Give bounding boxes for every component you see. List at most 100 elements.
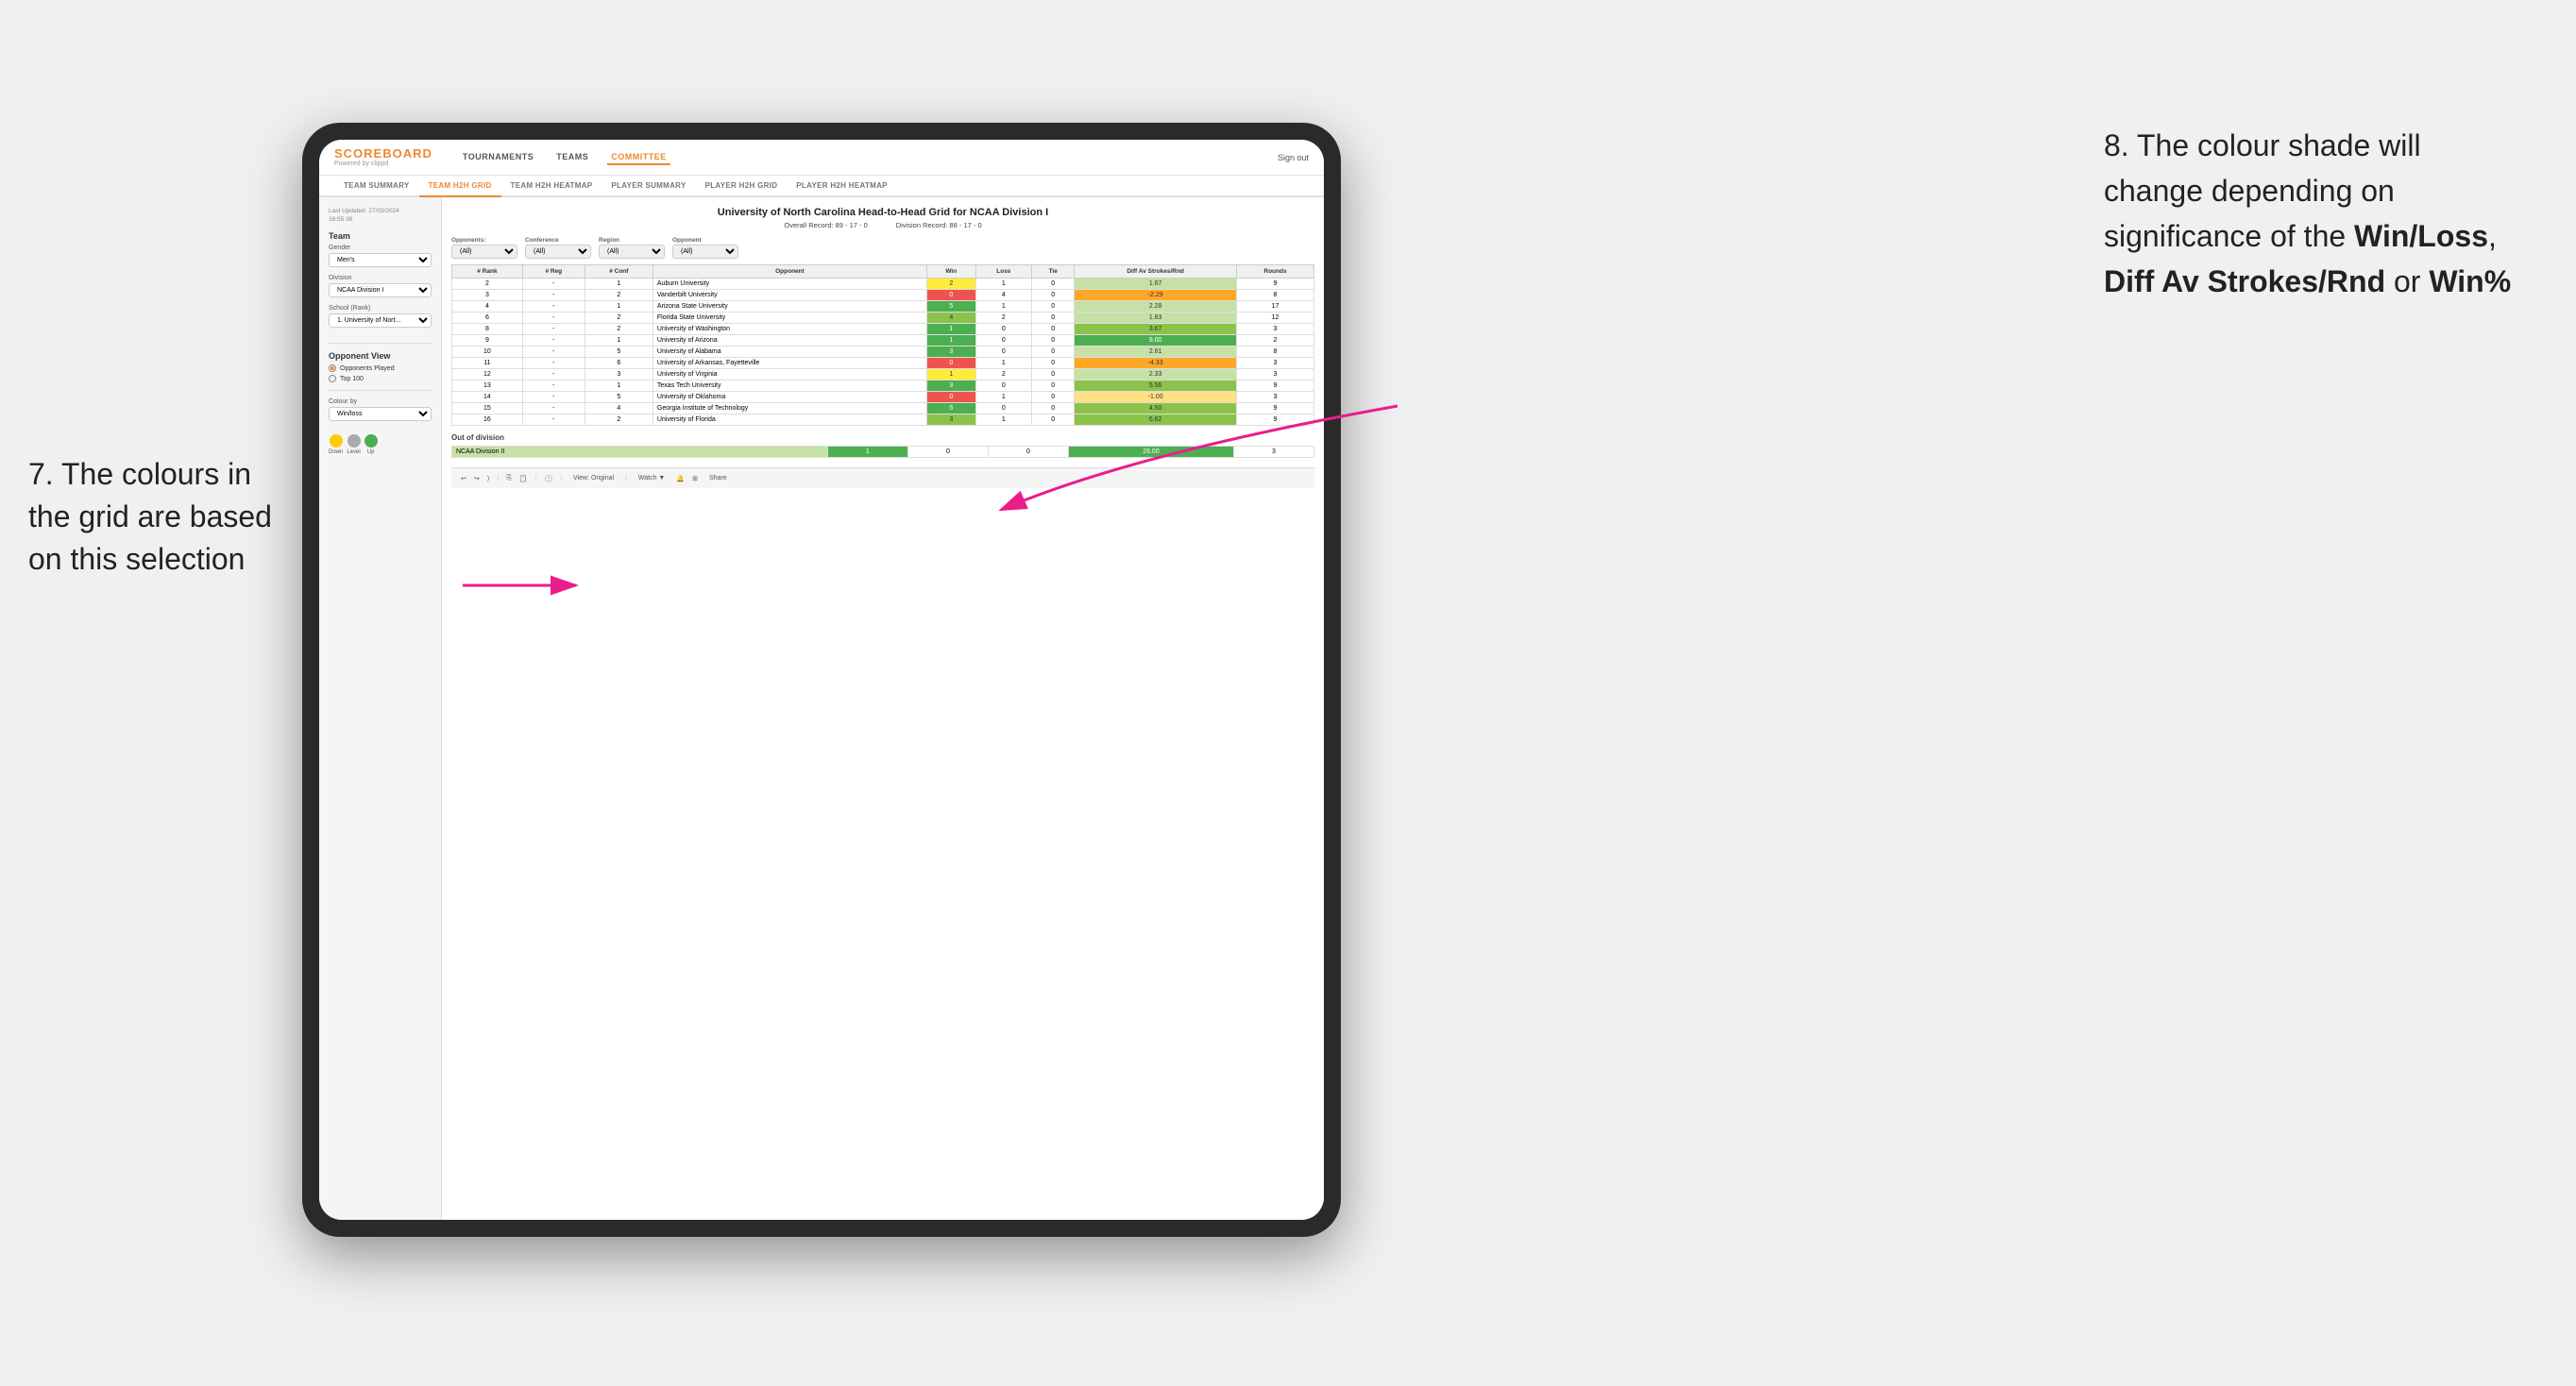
copy-icon[interactable]: ⎘	[506, 475, 512, 482]
cell-win: 2	[927, 279, 975, 290]
redo-icon[interactable]: ↪	[474, 475, 480, 482]
tablet-screen: SCOREBOARD Powered by clippd TOURNAMENTS…	[319, 140, 1324, 1220]
table-row: 9 - 1 University of Arizona 1 0 0 9.00 2	[452, 335, 1314, 346]
cell-win: 5	[927, 301, 975, 313]
opponents-select[interactable]: (All)	[451, 245, 517, 259]
annotation-bold-diff: Diff Av Strokes/Rnd	[2104, 264, 2385, 298]
opponent-label: Opponent	[672, 237, 738, 244]
cell-win: 3	[927, 346, 975, 358]
cell-diff: -1.00	[1075, 392, 1237, 403]
cell-rank: 12	[452, 369, 523, 380]
division-select[interactable]: NCAA Division I	[329, 283, 432, 297]
paste-icon[interactable]: 📋	[519, 475, 528, 482]
cell-tie: 0	[1032, 346, 1075, 358]
legend-down: Down	[329, 434, 343, 455]
undo-icon[interactable]: ↩	[461, 475, 466, 482]
cell-conf: 2	[585, 290, 652, 301]
cell-diff: -4.33	[1075, 358, 1237, 369]
region-label: Region	[599, 237, 665, 244]
cell-loss: 1	[975, 358, 1032, 369]
radio-dot-opponents	[329, 364, 336, 372]
radio-top-100[interactable]: Top 100	[329, 375, 432, 382]
toolbar-icon-1[interactable]: 🔔	[676, 475, 685, 482]
toolbar-icon-2[interactable]: ⊞	[692, 475, 698, 482]
legend-level: Level	[347, 434, 360, 455]
subnav-team-h2h-grid[interactable]: TEAM H2H GRID	[419, 176, 501, 197]
annotation-bold-winloss: Win/Loss	[2354, 219, 2488, 253]
cell-opponent: University of Virginia	[652, 369, 926, 380]
sign-out-link[interactable]: Sign out	[1278, 153, 1309, 162]
table-row: 2 - 1 Auburn University 2 1 0 1.67 9	[452, 279, 1314, 290]
nav-teams[interactable]: TEAMS	[552, 150, 592, 165]
cell-opponent: University of Arkansas, Fayetteville	[652, 358, 926, 369]
filter-row: Opponents: (All) Conference (All) Region	[451, 237, 1314, 259]
region-select[interactable]: (All)	[599, 245, 665, 259]
out-div-opponent: NCAA Division II	[452, 447, 828, 458]
division-label: Division	[329, 275, 432, 281]
cell-reg: -	[522, 403, 585, 414]
colour-by-select[interactable]: Win/loss	[329, 407, 432, 421]
gender-select[interactable]: Men's	[329, 253, 432, 267]
opponent-select[interactable]: (All)	[672, 245, 738, 259]
opponent-view-title: Opponent View	[329, 351, 432, 361]
cell-reg: -	[522, 358, 585, 369]
colour-circle-down	[330, 434, 343, 448]
cell-rounds: 12	[1236, 313, 1313, 324]
nav-tournaments[interactable]: TOURNAMENTS	[459, 150, 537, 165]
cell-conf: 1	[585, 279, 652, 290]
cell-rounds: 8	[1236, 290, 1313, 301]
radio-opponents-played[interactable]: Opponents Played	[329, 364, 432, 372]
opponent-filter-group: Opponent (All)	[672, 237, 738, 259]
forward-icon[interactable]: ⟩	[487, 475, 490, 482]
cell-opponent: Georgia Institute of Technology	[652, 403, 926, 414]
cell-tie: 0	[1032, 290, 1075, 301]
cell-reg: -	[522, 313, 585, 324]
h2h-table: # Rank # Reg # Conf Opponent Win Loss Ti…	[451, 264, 1314, 426]
subnav-player-h2h-grid[interactable]: PLAYER H2H GRID	[696, 176, 788, 195]
cell-conf: 1	[585, 301, 652, 313]
cell-win: 5	[927, 403, 975, 414]
grid-subtitle: Overall Record: 89 - 17 - 0 Division Rec…	[451, 221, 1314, 229]
clock-icon[interactable]: 🕐	[544, 475, 552, 482]
watch-btn[interactable]: Watch ▼	[635, 473, 669, 483]
cell-rounds: 3	[1236, 369, 1313, 380]
cell-loss: 1	[975, 301, 1032, 313]
cell-opponent: University of Washington	[652, 324, 926, 335]
cell-conf: 2	[585, 324, 652, 335]
out-div-diff: 26.00	[1069, 447, 1234, 458]
cell-reg: -	[522, 301, 585, 313]
view-original-btn[interactable]: View: Original	[569, 473, 618, 483]
cell-win: 0	[927, 290, 975, 301]
cell-opponent: University of Alabama	[652, 346, 926, 358]
nav-committee[interactable]: COMMITTEE	[607, 150, 670, 165]
subnav-player-h2h-heatmap[interactable]: PLAYER H2H HEATMAP	[787, 176, 897, 195]
cell-rounds: 9	[1236, 414, 1313, 426]
school-select[interactable]: 1. University of Nort...	[329, 313, 432, 328]
table-row: 6 - 2 Florida State University 4 2 0 1.8…	[452, 313, 1314, 324]
cell-opponent: Texas Tech University	[652, 380, 926, 392]
cell-rank: 9	[452, 335, 523, 346]
colour-circle-up	[364, 434, 378, 448]
cell-tie: 0	[1032, 369, 1075, 380]
cell-rank: 2	[452, 279, 523, 290]
subnav-team-summary[interactable]: TEAM SUMMARY	[334, 176, 419, 195]
cell-rounds: 3	[1236, 392, 1313, 403]
grid-area: University of North Carolina Head-to-Hea…	[442, 197, 1324, 1220]
cell-diff: 2.28	[1075, 301, 1237, 313]
cell-diff: 2.61	[1075, 346, 1237, 358]
conference-select[interactable]: (All)	[525, 245, 591, 259]
cell-conf: 2	[585, 313, 652, 324]
share-btn[interactable]: Share	[705, 473, 731, 483]
table-row: 16 - 2 University of Florida 3 1 0 6.62 …	[452, 414, 1314, 426]
table-header-row: # Rank # Reg # Conf Opponent Win Loss Ti…	[452, 265, 1314, 279]
division-record: Division Record: 88 - 17 - 0	[896, 221, 982, 229]
cell-rounds: 3	[1236, 324, 1313, 335]
toolbar-sep-1: |	[497, 475, 499, 482]
cell-conf: 1	[585, 380, 652, 392]
col-diff: Diff Av Strokes/Rnd	[1075, 265, 1237, 279]
table-row: 11 - 6 University of Arkansas, Fayettevi…	[452, 358, 1314, 369]
out-div-tie: 0	[988, 447, 1068, 458]
subnav-team-h2h-heatmap[interactable]: TEAM H2H HEATMAP	[501, 176, 602, 195]
subnav-player-summary[interactable]: PLAYER SUMMARY	[602, 176, 695, 195]
cell-tie: 0	[1032, 335, 1075, 346]
